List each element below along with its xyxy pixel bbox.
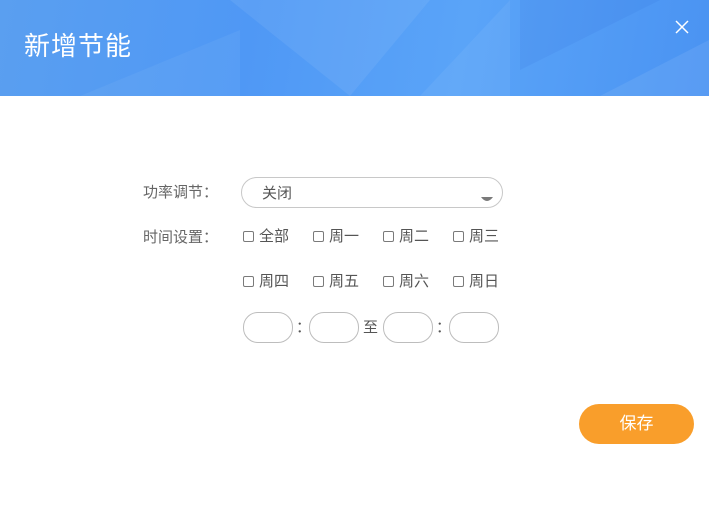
day-label: 周日 [469, 272, 500, 290]
day-option-wed[interactable]: 周三 [453, 226, 499, 246]
checkbox[interactable] [313, 275, 324, 287]
checkbox[interactable] [453, 230, 464, 242]
checkbox[interactable] [453, 275, 464, 287]
start-hour-input[interactable] [243, 312, 293, 343]
power-label: 功率调节： [143, 183, 219, 201]
end-minute-input[interactable] [449, 312, 499, 343]
day-label: 周三 [469, 227, 500, 245]
day-option-fri[interactable]: 周五 [313, 271, 359, 291]
day-label: 周五 [329, 272, 360, 290]
day-label: 周六 [399, 272, 430, 290]
header-decoration [230, 0, 430, 96]
day-label: 全部 [259, 227, 290, 245]
checkbox[interactable] [383, 275, 394, 287]
power-select-value: 关闭 [262, 184, 293, 202]
dialog-header: 新增节能 [0, 0, 709, 96]
header-decoration [600, 40, 709, 96]
checkbox[interactable] [383, 230, 394, 242]
start-minute-input[interactable] [309, 312, 359, 343]
day-label: 周二 [399, 227, 430, 245]
close-icon[interactable] [672, 17, 692, 37]
day-option-all[interactable]: 全部 [243, 226, 289, 246]
dialog-title: 新增节能 [24, 32, 133, 62]
end-hour-input[interactable] [383, 312, 433, 343]
save-button[interactable]: 保存 [579, 404, 694, 444]
day-option-sat[interactable]: 周六 [383, 271, 429, 291]
day-label: 周四 [259, 272, 290, 290]
power-select[interactable]: 关闭 [241, 177, 503, 208]
day-option-sun[interactable]: 周日 [453, 271, 499, 291]
day-option-thu[interactable]: 周四 [243, 271, 289, 291]
header-decoration [420, 0, 510, 96]
day-option-mon[interactable]: 周一 [313, 226, 359, 246]
day-option-tue[interactable]: 周二 [383, 226, 429, 246]
time-range-to: 至 [363, 318, 379, 336]
checkbox[interactable] [243, 275, 254, 287]
caret-down-icon [480, 189, 494, 201]
checkbox[interactable] [243, 230, 254, 242]
checkbox[interactable] [313, 230, 324, 242]
day-label: 周一 [329, 227, 360, 245]
time-label: 时间设置： [143, 228, 219, 246]
